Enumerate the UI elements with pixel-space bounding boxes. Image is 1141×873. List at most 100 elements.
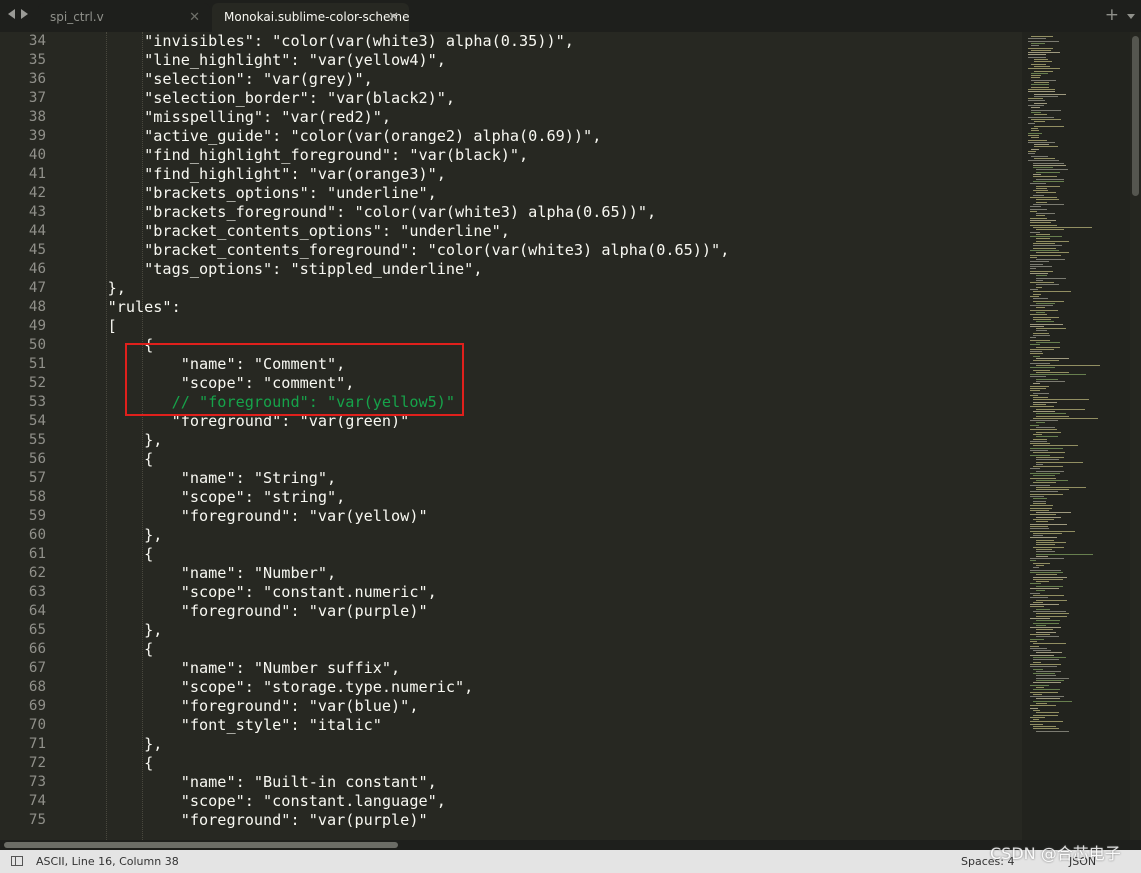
minimap-line xyxy=(1033,728,1060,730)
close-icon[interactable]: ✕ xyxy=(388,3,399,32)
tab-spi-ctrl[interactable]: spi_ctrl.v ✕ xyxy=(38,3,210,32)
code-line[interactable]: "scope": "constant.numeric", xyxy=(71,583,729,602)
code-line[interactable]: }, xyxy=(71,279,729,298)
minimap-line xyxy=(1036,364,1101,366)
code-line[interactable]: "foreground": "var(purple)" xyxy=(71,811,729,830)
code-line[interactable]: "line_highlight": "var(yellow4)", xyxy=(71,51,729,70)
minimap-line xyxy=(1036,275,1047,277)
minimap-line xyxy=(1030,525,1048,527)
minimap-line xyxy=(1033,719,1040,721)
minimap-line xyxy=(1036,680,1065,681)
minimap-line xyxy=(1030,295,1040,297)
minimap-line xyxy=(1036,636,1059,638)
panel-toggle-icon[interactable] xyxy=(11,856,23,866)
code-line[interactable]: "find_highlight_foreground": "var(black)… xyxy=(71,146,729,165)
code-line[interactable]: { xyxy=(71,754,729,773)
minimap-line xyxy=(1030,597,1048,599)
minimap-line xyxy=(1030,558,1064,560)
code-line[interactable]: "bracket_contents_foreground": "color(va… xyxy=(71,241,729,260)
minimap-line xyxy=(1030,723,1043,725)
code-line[interactable]: }, xyxy=(71,431,729,450)
code-line[interactable]: }, xyxy=(71,621,729,640)
minimap-line xyxy=(1033,404,1046,405)
minimap-line xyxy=(1030,394,1038,396)
vertical-scroll-thumb[interactable] xyxy=(1132,36,1139,196)
next-tab-arrow-icon[interactable] xyxy=(21,9,28,19)
close-icon[interactable]: ✕ xyxy=(189,3,200,32)
code-line[interactable]: "selection_border": "var(black2)", xyxy=(71,89,729,108)
minimap-line xyxy=(1030,314,1048,316)
code-line[interactable]: "font_style": "italic" xyxy=(71,716,729,735)
code-line[interactable]: "invisibles": "color(var(white3) alpha(0… xyxy=(71,32,729,51)
minimap-line xyxy=(1034,102,1048,104)
code-line[interactable]: "scope": "string", xyxy=(71,488,729,507)
minimap-line xyxy=(1033,546,1064,548)
minimap-line xyxy=(1031,111,1041,113)
code-line[interactable]: "foreground": "var(purple)" xyxy=(71,602,729,621)
minimap-line xyxy=(1031,107,1040,109)
code-line[interactable]: "name": "Built-in constant", xyxy=(71,773,729,792)
code-line[interactable]: "scope": "storage.type.numeric", xyxy=(71,678,729,697)
code-line[interactable]: { xyxy=(71,640,729,659)
code-line[interactable]: "name": "Number suffix", xyxy=(71,659,729,678)
code-line[interactable]: "selection": "var(grey)", xyxy=(71,70,729,89)
code-line[interactable]: "bracket_contents_options": "underline", xyxy=(71,222,729,241)
horizontal-scrollbar[interactable] xyxy=(0,840,1141,850)
code-line[interactable]: [ xyxy=(71,317,729,336)
minimap-line xyxy=(1036,615,1068,617)
code-line[interactable]: "misspelling": "var(red2)", xyxy=(71,108,729,127)
line-number: 60 xyxy=(28,527,46,543)
minimap-line xyxy=(1030,376,1046,378)
minimap-line xyxy=(1033,562,1051,564)
code-line[interactable]: { xyxy=(71,450,729,469)
minimap-line xyxy=(1028,134,1039,136)
code-line[interactable]: "brackets_options": "underline", xyxy=(71,184,729,203)
line-number: 39 xyxy=(28,128,46,144)
minimap-line xyxy=(1036,613,1070,615)
minimap-line xyxy=(1031,130,1039,132)
minimap-line xyxy=(1033,332,1049,334)
code-line[interactable]: }, xyxy=(71,735,729,754)
minimap-line xyxy=(1033,594,1064,596)
code-line[interactable]: "active_guide": "color(var(orange2) alph… xyxy=(71,127,729,146)
minimap-line xyxy=(1030,385,1050,387)
minimap-line xyxy=(1030,705,1056,707)
code-line[interactable]: }, xyxy=(71,526,729,545)
status-encoding-position[interactable]: ASCII, Line 16, Column 38 xyxy=(36,855,179,868)
minimap-line xyxy=(1028,68,1060,70)
code-area[interactable]: "invisibles": "color(var(white3) alpha(0… xyxy=(71,32,730,830)
minimap-line xyxy=(1036,240,1069,242)
code-line[interactable]: "foreground": "var(blue)", xyxy=(71,697,729,716)
minimap-line xyxy=(1030,254,1061,256)
code-line[interactable]: "scope": "constant.language", xyxy=(71,792,729,811)
minimap-line xyxy=(1036,378,1058,380)
new-tab-plus-icon[interactable]: + xyxy=(1105,5,1119,25)
minimap-line xyxy=(1033,700,1073,702)
code-line[interactable]: "name": "String", xyxy=(71,469,729,488)
minimap-line xyxy=(1033,622,1060,624)
code-line[interactable]: "rules": xyxy=(71,298,729,317)
code-line[interactable]: { xyxy=(71,545,729,564)
tab-monokai-color-scheme[interactable]: Monokai.sublime-color-scheme ✕ xyxy=(212,3,409,32)
minimap[interactable] xyxy=(1022,32,1130,840)
minimap-line xyxy=(1033,369,1050,371)
minimap-line xyxy=(1030,183,1047,185)
horizontal-scroll-thumb[interactable] xyxy=(4,842,398,848)
vertical-scrollbar[interactable] xyxy=(1130,32,1141,840)
tab-list-dropdown-icon[interactable] xyxy=(1127,14,1135,19)
code-line[interactable]: "foreground": "var(yellow)" xyxy=(71,507,729,526)
code-line[interactable]: "brackets_foreground": "color(var(white3… xyxy=(71,203,729,222)
minimap-line xyxy=(1036,677,1070,679)
minimap-line xyxy=(1036,341,1060,343)
minimap-line xyxy=(1034,114,1048,116)
code-editor[interactable]: 34 35 36 37 38 39 40 41 42 43 44 45 46 47 48 49 50 51 52 53… xyxy=(0,32,1022,840)
minimap-line xyxy=(1036,321,1054,323)
previous-tab-arrow-icon[interactable] xyxy=(8,9,15,19)
code-line[interactable]: "name": "Number", xyxy=(71,564,729,583)
minimap-line xyxy=(1030,362,1051,364)
minimap-line xyxy=(1033,399,1090,401)
code-line[interactable]: "tags_options": "stippled_underline", xyxy=(71,260,729,279)
minimap-line xyxy=(1036,521,1049,523)
minimap-line xyxy=(1030,537,1057,539)
code-line[interactable]: "find_highlight": "var(orange3)", xyxy=(71,165,729,184)
